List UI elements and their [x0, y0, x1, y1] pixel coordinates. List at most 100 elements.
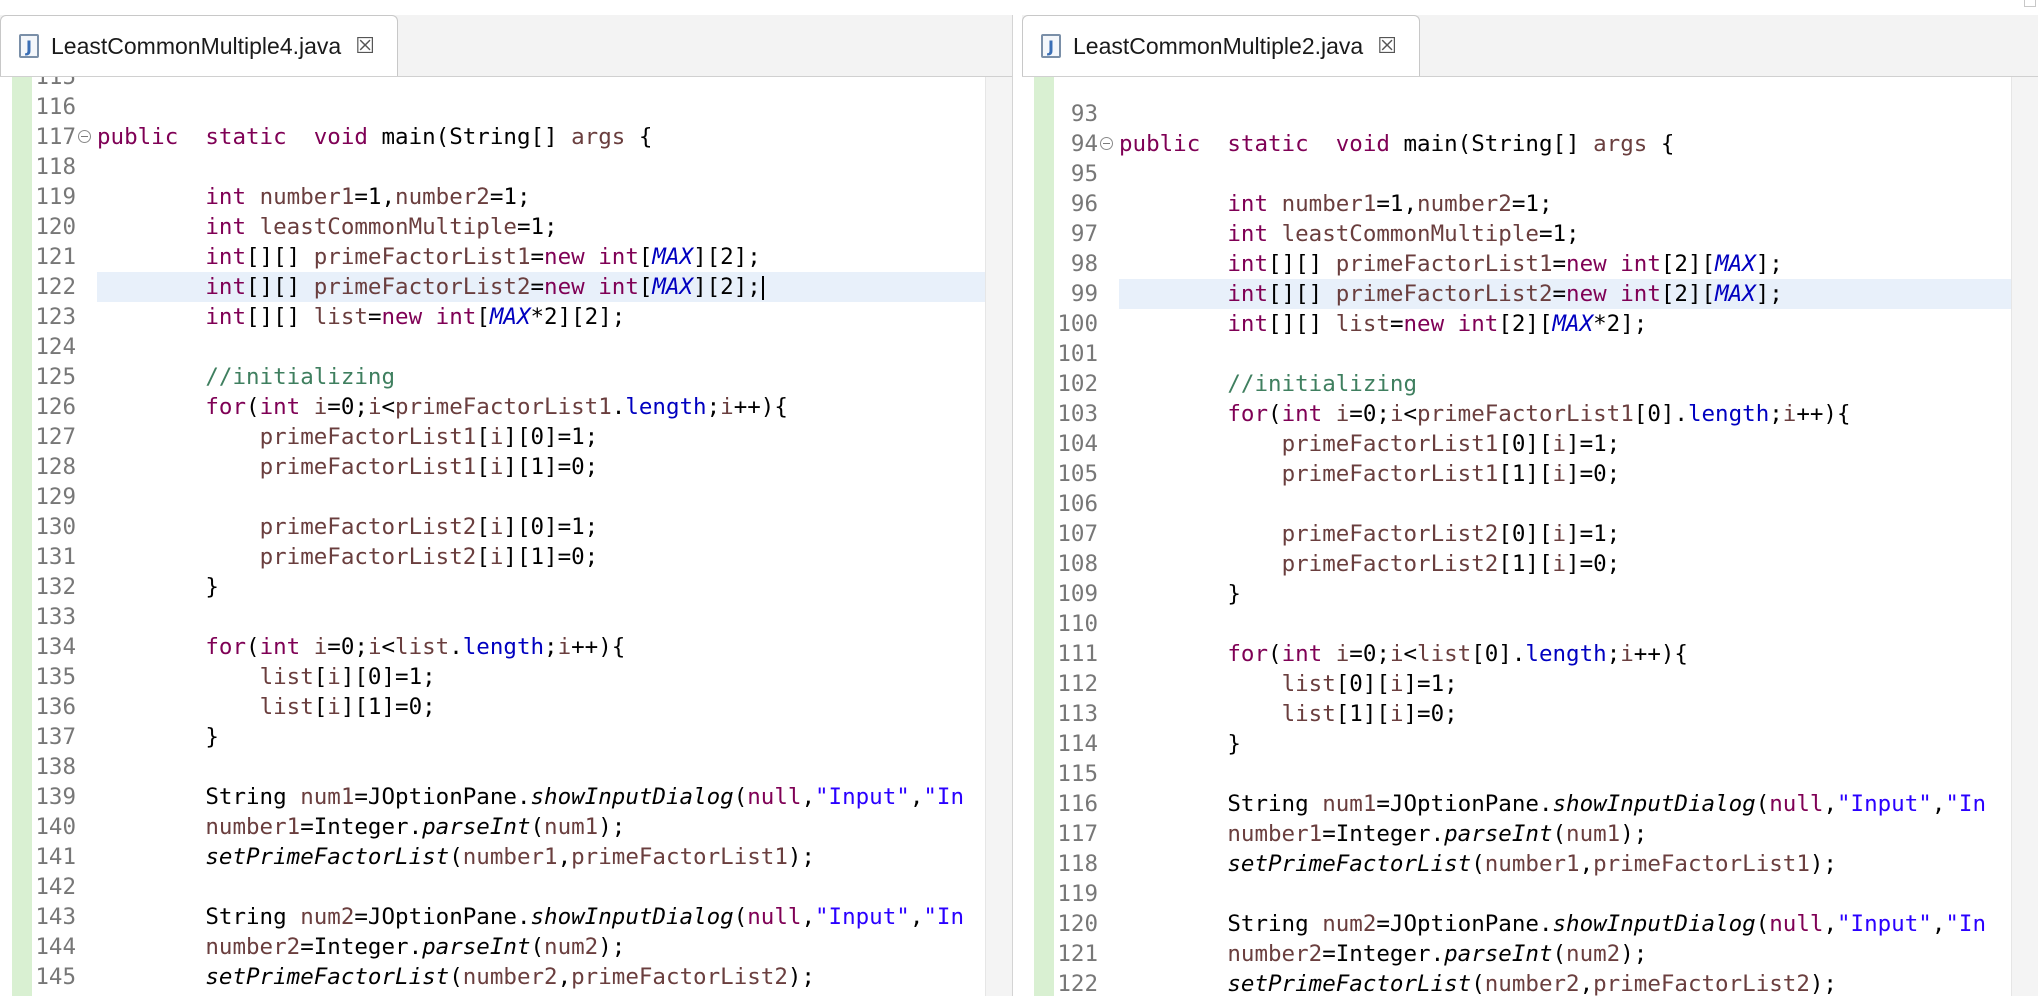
code-line[interactable]: 104 primeFactorList1[0][i]=1; — [1022, 429, 2012, 459]
right-code-area[interactable]: 93 94 public static void main(String[] arg… — [1022, 77, 2012, 996]
code-line[interactable]: 145 setPrimeFactorList(number2,primeFact… — [0, 962, 986, 992]
code-line[interactable]: 121 int[][] primeFactorList1=new int[MAX… — [0, 242, 986, 272]
code-token: number2 — [205, 934, 301, 960]
code-line[interactable]: 133 — [0, 602, 986, 632]
code-line[interactable]: 116 String num1=JOptionPane.showInputDia… — [1022, 789, 2012, 819]
code-line[interactable]: 124 — [0, 332, 986, 362]
code-token: setPrimeFactorList — [1227, 971, 1472, 996]
code-line[interactable]: 122 int[][] primeFactorList2=new int[MAX… — [0, 272, 986, 302]
code-line[interactable]: 137 } — [0, 722, 986, 752]
right-code-editor[interactable]: 93 94 public static void main(String[] arg… — [1022, 77, 2038, 996]
code-text: int leastCommonMultiple=1; — [1119, 219, 2012, 249]
code-line[interactable]: 128 primeFactorList1[i][1]=0; — [0, 452, 986, 482]
code-token: ); — [1620, 821, 1648, 847]
fold-toggle-icon[interactable] — [1100, 137, 1113, 150]
code-line[interactable]: 132 } — [0, 572, 986, 602]
code-line[interactable]: 120 int leastCommonMultiple=1; — [0, 212, 986, 242]
code-line[interactable]: 118 setPrimeFactorList(number1,primeFact… — [1022, 849, 2012, 879]
left-code-area[interactable]: 115 116 117 public static void main(String[… — [0, 77, 986, 996]
code-token: MAX — [489, 304, 531, 330]
code-token: ); — [1620, 941, 1648, 967]
code-line[interactable]: 141 setPrimeFactorList(number1,primeFact… — [0, 842, 986, 872]
code-line[interactable]: 127 primeFactorList1[i][0]=1; — [0, 422, 986, 452]
code-line[interactable]: 110 — [1022, 609, 2012, 639]
code-line[interactable]: 112 list[0][i]=1; — [1022, 669, 2012, 699]
code-line[interactable]: 105 primeFactorList1[1][i]=0; — [1022, 459, 2012, 489]
code-line[interactable]: 131 primeFactorList2[i][1]=0; — [0, 542, 986, 572]
code-line[interactable]: 123 int[][] list=new int[MAX*2][2]; — [0, 302, 986, 332]
code-line[interactable]: 134 for(int i=0;i<list.length;i++){ — [0, 632, 986, 662]
code-line[interactable]: 117 public static void main(String[] args… — [0, 122, 986, 152]
code-line[interactable]: 135 list[i][0]=1; — [0, 662, 986, 692]
code-line[interactable]: 95 — [1022, 159, 2012, 189]
tab-right-file[interactable]: J LeastCommonMultiple2.java ☒ — [1022, 15, 1420, 76]
code-line[interactable]: 96 int number1=1,number2=1; — [1022, 189, 2012, 219]
code-line[interactable]: 140 number1=Integer.parseInt(num1); — [0, 812, 986, 842]
code-line[interactable]: 117 number1=Integer.parseInt(num1); — [1022, 819, 2012, 849]
code-token: ][1]=0; — [503, 544, 599, 570]
code-line[interactable]: 97 int leastCommonMultiple=1; — [1022, 219, 2012, 249]
line-number: 112 — [1057, 671, 1098, 697]
code-token: primeFactorList1 — [1281, 431, 1499, 457]
code-line[interactable]: 129 — [0, 482, 986, 512]
code-token: String — [1119, 911, 1323, 937]
code-line[interactable]: 108 primeFactorList2[1][i]=0; — [1022, 549, 2012, 579]
code-line[interactable]: 115 — [0, 77, 986, 92]
code-line[interactable]: 119 — [1022, 879, 2012, 909]
left-vertical-scrollbar[interactable] — [985, 77, 1012, 996]
code-token: parseInt — [1444, 941, 1553, 967]
code-text: int[][] primeFactorList1=new int[2][MAX]… — [1119, 249, 2012, 279]
code-line[interactable]: 119 int number1=1,number2=1; — [0, 182, 986, 212]
code-line[interactable]: 143 String num2=JOptionPane.showInputDia… — [0, 902, 986, 932]
code-line[interactable]: 93 — [1022, 99, 2012, 129]
code-line[interactable]: 118 — [0, 152, 986, 182]
code-line[interactable]: 130 primeFactorList2[i][0]=1; — [0, 512, 986, 542]
code-token: [][] — [246, 274, 314, 300]
code-token: setPrimeFactorList — [1227, 851, 1472, 877]
code-token: ( — [1268, 401, 1282, 427]
left-code-editor[interactable]: 115 116 117 public static void main(String[… — [0, 77, 1012, 996]
code-line[interactable]: 116 — [0, 92, 986, 122]
code-line[interactable]: 106 — [1022, 489, 2012, 519]
code-line[interactable]: 101 — [1022, 339, 2012, 369]
code-line[interactable]: 109 } — [1022, 579, 2012, 609]
code-line[interactable]: 111 for(int i=0;i<list[0].length;i++){ — [1022, 639, 2012, 669]
code-line[interactable]: 107 primeFactorList2[0][i]=1; — [1022, 519, 2012, 549]
tab-left-file[interactable]: J LeastCommonMultiple4.java ☒ — [0, 15, 398, 76]
code-token: i — [557, 634, 572, 660]
code-line[interactable]: 139 String num1=JOptionPane.showInputDia… — [0, 782, 986, 812]
code-line[interactable]: 136 list[i][1]=0; — [0, 692, 986, 722]
code-line[interactable]: 99 int[][] primeFactorList2=new int[2][M… — [1022, 279, 2012, 309]
code-token: primeFactorList2 — [313, 274, 531, 300]
code-line[interactable]: 98 int[][] primeFactorList1=new int[2][M… — [1022, 249, 2012, 279]
code-token: i — [489, 454, 504, 480]
code-line[interactable]: 113 list[1][i]=0; — [1022, 699, 2012, 729]
line-number: 111 — [1057, 641, 1098, 667]
code-text: } — [1119, 579, 2012, 609]
fold-toggle-icon[interactable] — [78, 130, 91, 143]
code-line[interactable]: 103 for(int i=0;i<primeFactorList1[0].le… — [1022, 399, 2012, 429]
code-line[interactable]: 121 number2=Integer.parseInt(num2); — [1022, 939, 2012, 969]
code-line[interactable]: 125 //initializing — [0, 362, 986, 392]
right-vertical-scrollbar[interactable] — [2011, 77, 2038, 996]
code-token: ][0]=1; — [503, 514, 599, 540]
close-icon[interactable]: ☒ — [1377, 34, 1397, 59]
code-line[interactable]: 122 setPrimeFactorList(number2,primeFact… — [1022, 969, 2012, 996]
code-line[interactable]: 102 //initializing — [1022, 369, 2012, 399]
code-line[interactable]: 94 public static void main(String[] args … — [1022, 129, 2012, 159]
code-line[interactable]: 120 String num2=JOptionPane.showInputDia… — [1022, 909, 2012, 939]
code-line[interactable]: 115 — [1022, 759, 2012, 789]
code-token: , — [1823, 791, 1837, 817]
code-line[interactable]: 144 number2=Integer.parseInt(num2); — [0, 932, 986, 962]
code-line[interactable]: 138 — [0, 752, 986, 782]
code-line[interactable]: 142 — [0, 872, 986, 902]
code-line[interactable]: 100 int[][] list=new int[2][MAX*2]; — [1022, 309, 2012, 339]
close-icon[interactable]: ☒ — [355, 34, 375, 59]
code-line[interactable]: 126 for(int i=0;i<primeFactorList1.lengt… — [0, 392, 986, 422]
code-line[interactable]: 114 } — [1022, 729, 2012, 759]
